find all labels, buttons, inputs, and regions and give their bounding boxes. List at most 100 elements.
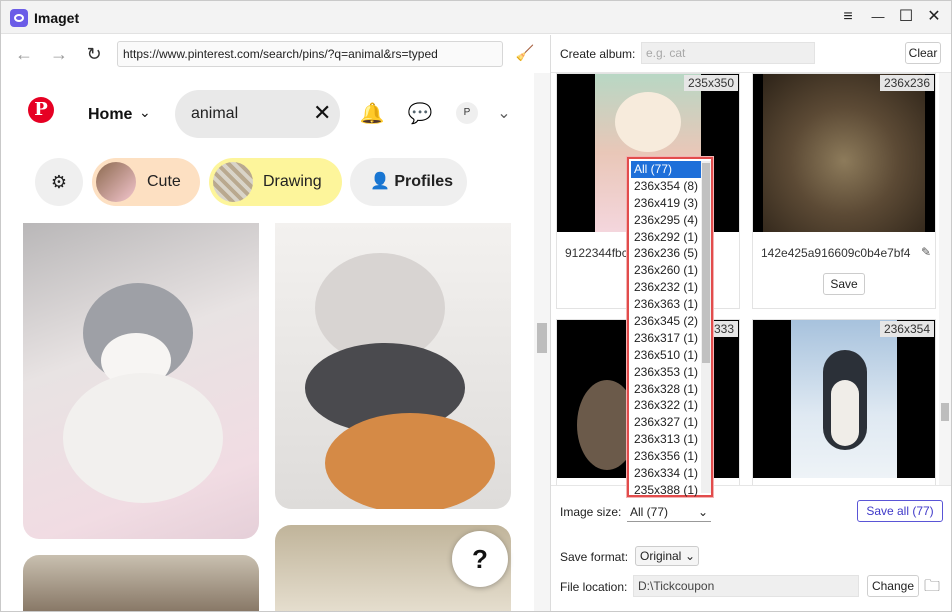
minimize-icon[interactable]: — [866, 6, 890, 28]
image-size-label: Image size: [560, 505, 622, 519]
avatar[interactable]: P [456, 102, 478, 124]
maximize-icon[interactable]: ☐ [894, 6, 918, 28]
forward-icon[interactable]: → [48, 43, 70, 65]
create-album-label: Create album: [560, 47, 636, 61]
chat-icon[interactable]: 💬 [407, 101, 433, 127]
home-menu[interactable]: Home [88, 106, 132, 124]
chip-label: Cute [147, 173, 181, 190]
clean-icon[interactable]: 🧹 [514, 43, 536, 65]
file-name: 142e425a916609c0b4e7bf4 [761, 246, 911, 260]
size-option[interactable]: 236x322 (1) [631, 397, 701, 414]
dimension-badge: 235x350 [683, 75, 738, 91]
filter-icon[interactable]: ⚙ [35, 158, 83, 206]
album-row: Create album: e.g. cat Clear [551, 35, 951, 73]
size-option[interactable]: 236x295 (4) [631, 212, 701, 229]
browser-scrollbar[interactable] [534, 73, 550, 611]
album-input[interactable]: e.g. cat [641, 42, 815, 64]
image-grid: 235x350 9122344fbc 236x236 142e425a91660… [551, 73, 939, 485]
save-format-label: Save format: [560, 550, 629, 564]
title-bar: Imaget ≡ — ☐ ✕ [1, 1, 951, 34]
size-option[interactable]: 236x354 (8) [631, 178, 701, 195]
dimension-badge: 236x236 [879, 75, 934, 91]
size-option[interactable]: 236x419 (3) [631, 195, 701, 212]
dropdown-scrollbar[interactable] [701, 161, 711, 493]
chip-cute[interactable]: Cute [92, 158, 200, 206]
bell-icon[interactable]: 🔔 [359, 101, 385, 127]
app-title: Imaget [34, 10, 80, 26]
pin-kitten-image[interactable] [23, 223, 259, 539]
size-option[interactable]: 235x388 (1) [631, 482, 701, 499]
save-format-select[interactable]: Original ⌄ [635, 546, 699, 566]
edit-icon[interactable]: ✎ [921, 245, 931, 259]
save-all-button[interactable]: Save all (77) [857, 500, 943, 522]
help-button[interactable]: ? [452, 531, 508, 587]
app-window: Imaget ≡ — ☐ ✕ ← → ↻ https://www.pintere… [0, 0, 952, 612]
image-card[interactable]: 236x236 142e425a916609c0b4e7bf4 ✎ Save [752, 73, 936, 309]
size-option[interactable]: 236x327 (1) [631, 414, 701, 431]
scrollbar-thumb[interactable] [941, 403, 949, 421]
size-option[interactable]: 236x356 (1) [631, 448, 701, 465]
size-option[interactable]: 236x345 (2) [631, 313, 701, 330]
dimension-badge: 236x354 [879, 321, 934, 337]
bottom-controls: Image size: All (77) ⌄ Save all (77) Sav… [551, 485, 951, 611]
size-option[interactable]: 236x292 (1) [631, 229, 701, 246]
card-image[interactable]: 236x236 [753, 74, 935, 232]
chip-drawing[interactable]: Drawing [209, 158, 342, 206]
reload-icon[interactable]: ↻ [83, 43, 105, 65]
size-option[interactable]: 236x334 (1) [631, 465, 701, 482]
size-option[interactable]: 236x260 (1) [631, 262, 701, 279]
size-option[interactable]: 236x353 (1) [631, 364, 701, 381]
chevron-down-icon: ⌄ [684, 549, 695, 563]
grid-scrollbar[interactable] [939, 73, 951, 485]
account-chevron-icon[interactable]: ⌄ [491, 101, 517, 127]
back-icon[interactable]: ← [13, 43, 35, 65]
url-input[interactable]: https://www.pinterest.com/search/pins/?q… [117, 41, 503, 67]
folder-icon[interactable]: 🗀 [924, 575, 940, 602]
clear-search-icon[interactable]: ✕ [313, 100, 331, 126]
chip-label: Profiles [394, 173, 454, 190]
pin-girl-image[interactable] [23, 555, 259, 611]
chip-profiles[interactable]: 👤 Profiles [350, 158, 467, 206]
search-bar[interactable]: animal ✕ [175, 90, 340, 138]
size-option[interactable]: 236x236 (5) [631, 245, 701, 262]
chip-label: Drawing [263, 173, 322, 190]
chip-image [96, 162, 136, 202]
image-size-value: All (77) [630, 505, 669, 519]
chip-image [213, 162, 253, 202]
size-option[interactable]: All (77) [631, 161, 701, 178]
clear-button[interactable]: Clear [905, 42, 941, 64]
file-location-input[interactable]: D:\Tickcoupon [633, 575, 859, 597]
change-button[interactable]: Change [867, 575, 919, 597]
image-card[interactable]: 236x354 [752, 319, 936, 485]
size-option-list: All (77) 236x354 (8) 236x419 (3) 236x295 (4… [631, 161, 701, 499]
file-location-label: File location: [560, 580, 628, 594]
size-option[interactable]: 236x510 (1) [631, 347, 701, 364]
size-option[interactable]: 236x363 (1) [631, 296, 701, 313]
file-name: 9122344fbc [565, 246, 628, 260]
imaget-panel: Create album: e.g. cat Clear 235x350 912… [551, 35, 951, 611]
size-option[interactable]: 236x313 (1) [631, 431, 701, 448]
size-option[interactable]: 236x317 (1) [631, 330, 701, 347]
image-size-dropdown[interactable]: All (77) 236x354 (8) 236x419 (3) 236x295 (4… [627, 157, 713, 497]
close-icon[interactable]: ✕ [922, 6, 946, 28]
dimension-badge: 333 [709, 321, 738, 337]
imaget-logo-icon [10, 9, 28, 27]
pinterest-page: P Home ⌄ animal ✕ 🔔 💬 P ⌄ ⚙ Cute Drawing… [1, 73, 531, 611]
menu-icon[interactable]: ≡ [836, 6, 860, 28]
chevron-down-icon: ⌄ [697, 505, 708, 519]
browser-pane: ← → ↻ https://www.pinterest.com/search/p… [1, 35, 551, 611]
scrollbar-thumb[interactable] [537, 323, 547, 353]
save-format-value: Original [640, 549, 682, 563]
size-option[interactable]: 236x328 (1) [631, 381, 701, 398]
pin-cats-image[interactable] [275, 223, 511, 509]
image-size-select[interactable]: All (77) ⌄ [627, 502, 711, 522]
search-input[interactable]: animal [191, 105, 238, 123]
chevron-down-icon[interactable]: ⌄ [139, 104, 151, 121]
pinterest-logo-icon[interactable]: P [28, 97, 54, 123]
save-button[interactable]: Save [823, 273, 865, 295]
scrollbar-thumb[interactable] [702, 163, 710, 363]
card-image[interactable]: 236x354 [753, 320, 935, 478]
size-option[interactable]: 236x232 (1) [631, 279, 701, 296]
browser-toolbar: ← → ↻ https://www.pinterest.com/search/p… [1, 35, 550, 73]
user-icon: 👤 [370, 173, 390, 190]
